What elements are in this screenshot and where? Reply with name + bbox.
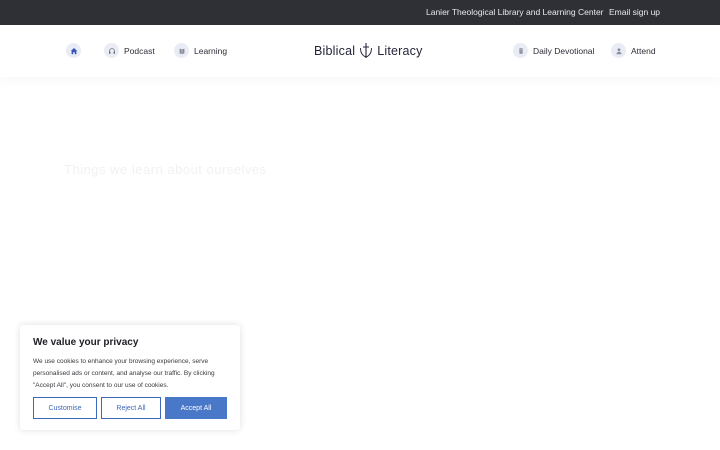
site-logo[interactable]: Biblical Literacy bbox=[314, 41, 423, 61]
logo-text-literacy: Literacy bbox=[377, 44, 423, 58]
nav-attend-label: Attend bbox=[631, 45, 656, 56]
headphones-icon bbox=[104, 43, 119, 58]
library-link[interactable]: Lanier Theological Library and Learning … bbox=[426, 7, 604, 17]
logo-text-biblical: Biblical bbox=[314, 44, 356, 58]
cookie-title: We value your privacy bbox=[33, 337, 139, 348]
nav-home[interactable] bbox=[66, 42, 81, 59]
cookie-buttons: Customise Reject All Accept All bbox=[33, 397, 227, 419]
nav-attend[interactable]: Attend bbox=[611, 42, 656, 59]
cookie-consent-dialog: We value your privacy We use cookies to … bbox=[20, 325, 240, 430]
nav-devotional[interactable]: Daily Devotional bbox=[513, 42, 594, 59]
nav-podcast-label: Podcast bbox=[124, 45, 155, 56]
devotional-icon bbox=[513, 43, 528, 58]
book-icon bbox=[174, 43, 189, 58]
cookie-body: We use cookies to enhance your browsing … bbox=[33, 358, 215, 389]
home-icon bbox=[66, 43, 81, 58]
nav-learning[interactable]: Learning bbox=[174, 42, 227, 59]
cross-icon bbox=[360, 43, 373, 58]
nav-podcast[interactable]: Podcast bbox=[104, 42, 155, 59]
reject-all-button[interactable]: Reject All bbox=[101, 397, 161, 419]
page-title: Things we learn about ourselves bbox=[64, 162, 267, 177]
email-signup-link[interactable]: Email sign up bbox=[609, 7, 660, 17]
nav-devotional-label: Daily Devotional bbox=[533, 45, 595, 56]
accept-all-button[interactable]: Accept All bbox=[165, 397, 227, 419]
person-icon bbox=[611, 43, 626, 58]
top-bar: Lanier Theological Library and Learning … bbox=[0, 0, 720, 25]
customise-button[interactable]: Customise bbox=[33, 397, 97, 419]
nav-learning-label: Learning bbox=[194, 45, 228, 56]
